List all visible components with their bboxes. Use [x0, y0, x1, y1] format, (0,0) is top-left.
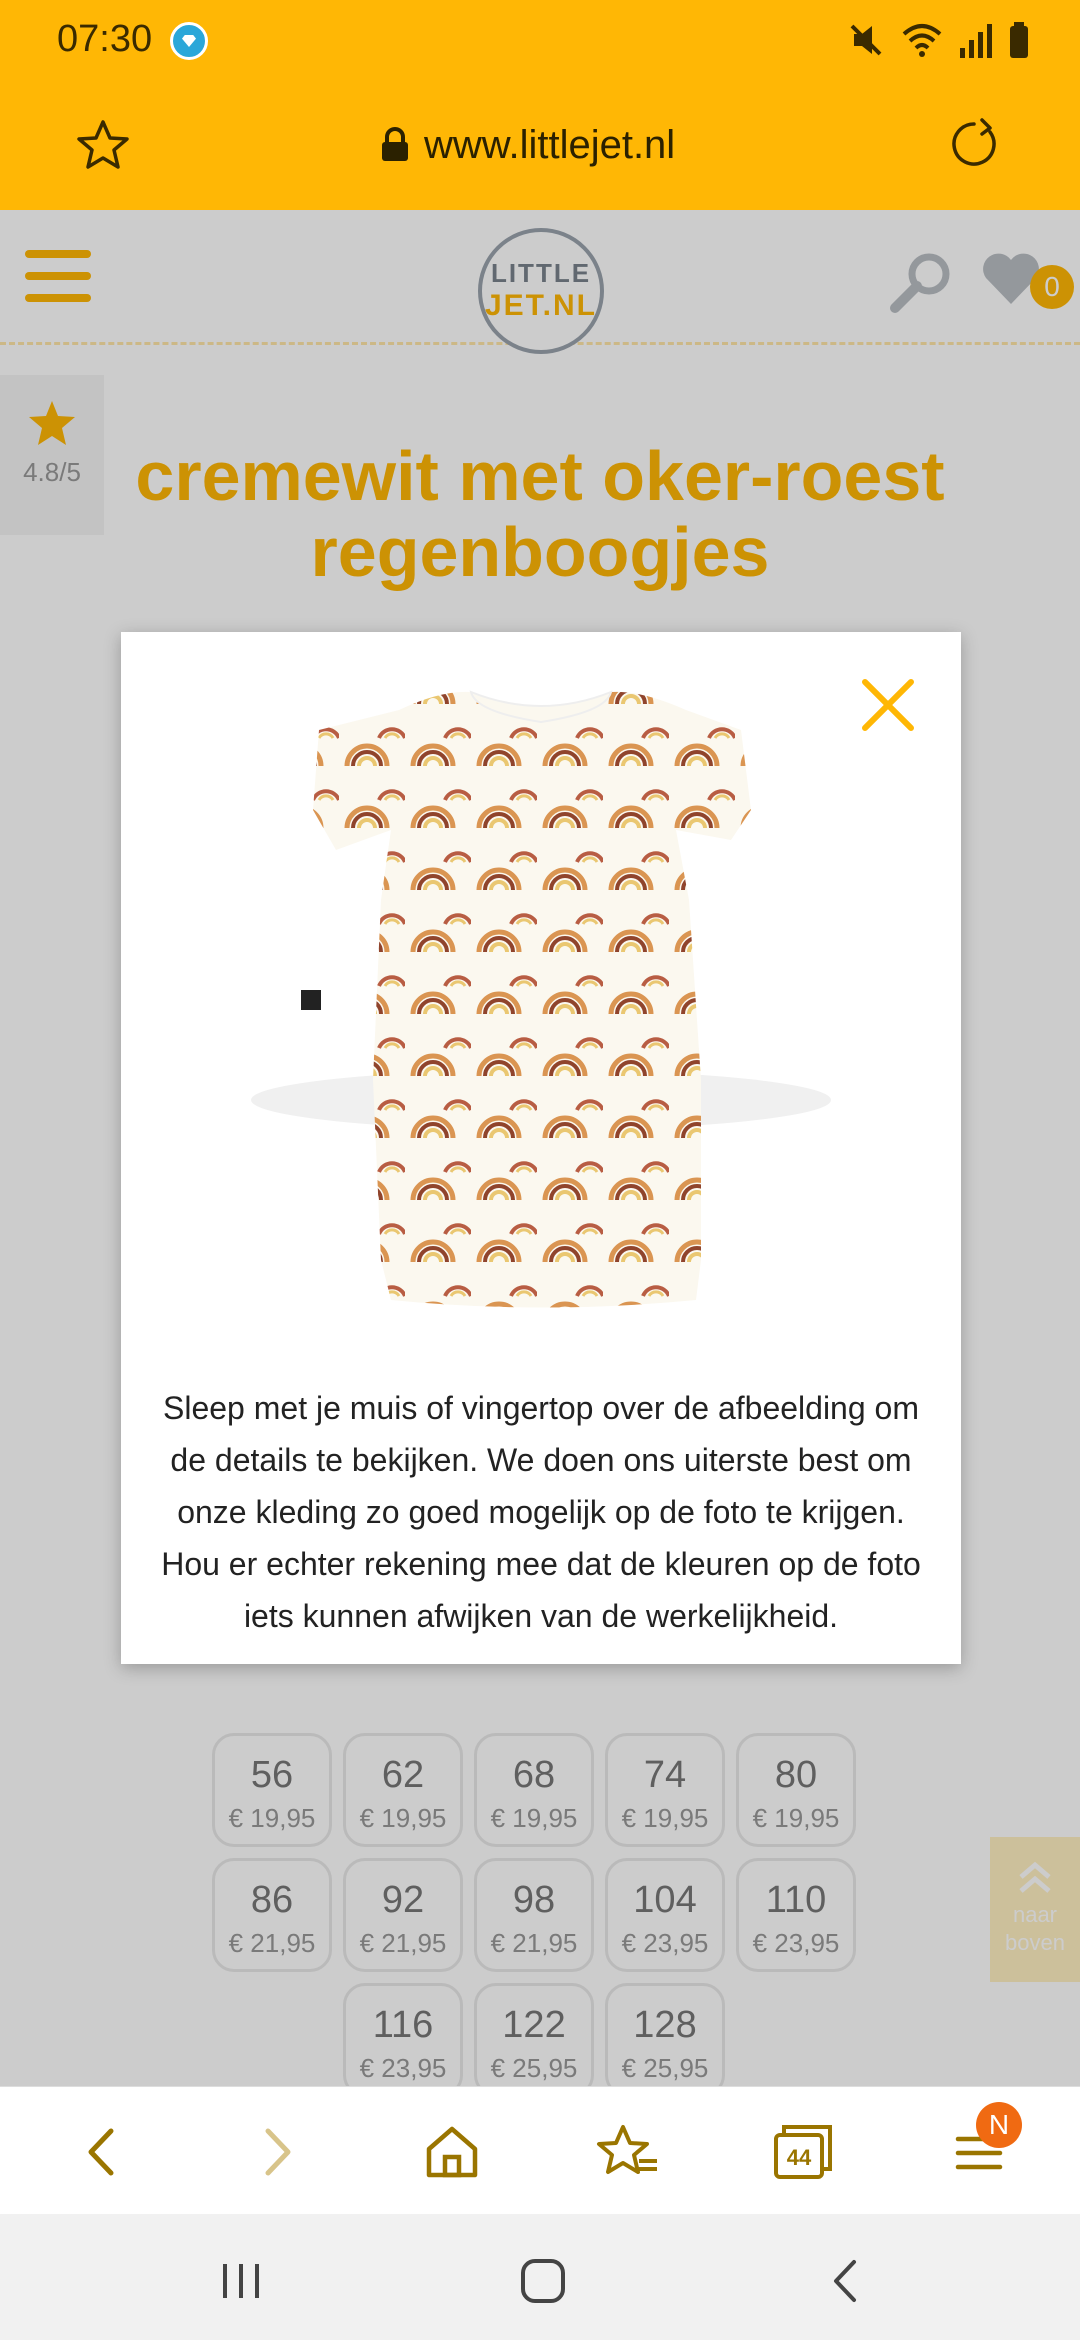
forward-icon[interactable]: [242, 2117, 312, 2187]
menu-notification-badge: N: [976, 2102, 1022, 2148]
browser-toolbar: 44: [0, 2086, 1080, 2214]
modal-description: Sleep met je muis of vingertop over de a…: [161, 1390, 921, 1634]
image-zoom-modal: Sleep met je muis of vingertop over de a…: [121, 632, 961, 1664]
battery-icon: [1010, 22, 1028, 58]
reload-icon[interactable]: [946, 116, 1002, 172]
status-icons: [846, 18, 1030, 62]
mute-icon: [850, 24, 882, 56]
browser-url-bar: www.littlejet.nl: [0, 80, 1080, 210]
url-text: www.littlejet.nl: [424, 122, 676, 167]
back-icon[interactable]: [67, 2117, 137, 2187]
tabs-icon: 44: [774, 2125, 832, 2179]
home-icon[interactable]: [417, 2117, 487, 2187]
nav-back-icon[interactable]: [818, 2256, 874, 2306]
tabs-button[interactable]: 44: [768, 2117, 838, 2187]
lock-icon: [382, 127, 408, 161]
wifi-icon: [902, 24, 942, 57]
system-nav-bar: [0, 2214, 1080, 2340]
signal-icon: [960, 24, 992, 58]
product-image[interactable]: [141, 660, 947, 1400]
status-time: 07:30: [57, 18, 153, 60]
diamond-badge-icon: [170, 22, 208, 60]
address-field[interactable]: www.littlejet.nl: [380, 120, 675, 170]
recents-icon[interactable]: [213, 2256, 269, 2306]
tabs-count: 44: [787, 2145, 812, 2170]
star-outline-icon[interactable]: [75, 118, 131, 174]
bookmarks-icon[interactable]: [593, 2117, 663, 2187]
status-bar: 07:30: [0, 0, 1080, 80]
home-circle-icon[interactable]: [515, 2256, 571, 2306]
